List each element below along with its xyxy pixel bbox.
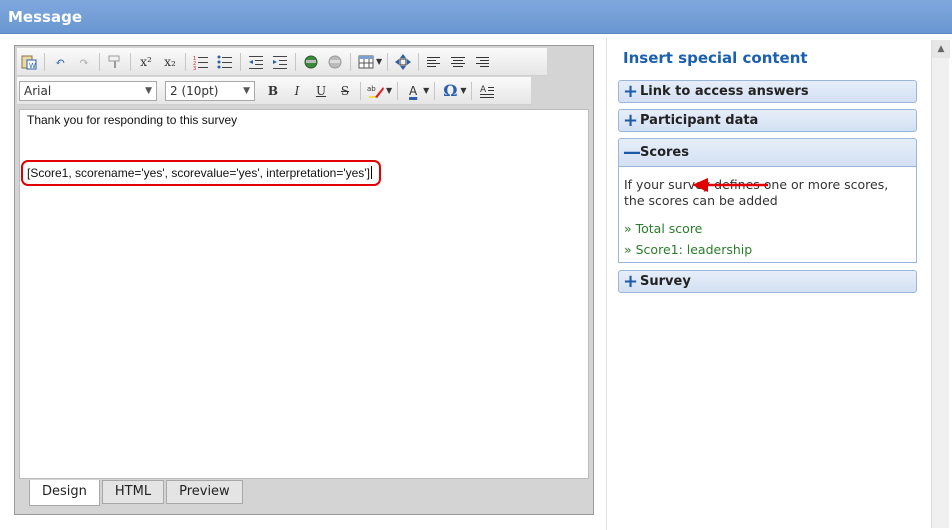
- undo-icon[interactable]: ↶: [49, 52, 71, 72]
- strikethrough-button[interactable]: S: [334, 81, 356, 101]
- section-label: Link to access answers: [640, 84, 809, 99]
- toolbar-separator: [397, 81, 399, 100]
- align-right-icon[interactable]: [471, 52, 493, 72]
- plus-icon: +: [623, 270, 639, 292]
- svg-text:A: A: [480, 85, 487, 95]
- plus-icon: +: [623, 109, 639, 131]
- section-label: Participant data: [640, 113, 759, 128]
- outdent-icon[interactable]: [245, 52, 267, 72]
- scroll-up-icon[interactable]: ▲: [932, 40, 950, 58]
- section-scores[interactable]: — Scores: [618, 138, 917, 167]
- tab-design[interactable]: Design: [29, 480, 100, 506]
- paste-word-icon[interactable]: W: [18, 52, 40, 72]
- toolbar-separator: [471, 81, 473, 100]
- svg-text:ab: ab: [367, 85, 376, 93]
- toolbar-separator: [99, 52, 100, 71]
- score-placeholder-highlight: [Score1, scorename='yes', scorevalue='ye…: [21, 160, 381, 186]
- vertical-scrollbar[interactable]: ▲: [931, 40, 950, 528]
- special-character-button[interactable]: Ω: [439, 81, 461, 101]
- plus-icon: +: [623, 80, 639, 102]
- section-survey[interactable]: + Survey: [618, 270, 917, 293]
- red-arrow-icon: [690, 175, 770, 195]
- highlight-color-icon[interactable]: ab: [365, 81, 387, 101]
- toolbar-separator: [130, 52, 131, 71]
- toolbar-row-1: W ↶ ↷ x² x₂ 123 ▼: [17, 48, 547, 76]
- unlink-icon[interactable]: [324, 52, 346, 72]
- unordered-list-icon[interactable]: [214, 52, 236, 72]
- ordered-list-icon[interactable]: 123: [190, 52, 212, 72]
- toolbar-separator: [44, 52, 45, 71]
- clear-format-icon[interactable]: A: [476, 81, 498, 101]
- bold-button[interactable]: B: [262, 81, 284, 101]
- insert-table-icon[interactable]: [355, 52, 377, 72]
- toolbar-separator: [360, 81, 361, 100]
- svg-text:W: W: [29, 62, 36, 70]
- font-size-value: 2 (10pt): [170, 83, 219, 98]
- toolbar-separator: [185, 52, 186, 71]
- tab-html[interactable]: HTML: [101, 480, 165, 504]
- panel-title: Insert special content: [623, 49, 808, 67]
- font-color-button[interactable]: A: [402, 81, 424, 101]
- font-size-select[interactable]: 2 (10pt) ▼: [165, 80, 255, 101]
- font-family-value: Arial: [24, 83, 52, 98]
- indent-icon[interactable]: [269, 52, 291, 72]
- tab-preview[interactable]: Preview: [166, 480, 243, 504]
- minus-icon: —: [623, 141, 641, 163]
- fullscreen-icon[interactable]: [392, 52, 414, 72]
- score-placeholder-text: [Score1, scorename='yes', scorevalue='ye…: [27, 166, 370, 180]
- rich-text-editor: W ↶ ↷ x² x₂ 123 ▼ Arial ▼ 2 (10pt) ▼ B I…: [14, 45, 594, 515]
- redo-icon[interactable]: ↷: [73, 52, 95, 72]
- editor-mode-tabs: Design HTML Preview: [29, 480, 245, 506]
- editor-text-line: Thank you for responding to this survey: [27, 113, 238, 127]
- toolbar-separator: [295, 52, 296, 71]
- toolbar-row-2: Arial ▼ 2 (10pt) ▼ B I U S ab ▼ A ▼ Ω ▼: [17, 77, 531, 105]
- superscript-icon[interactable]: x²: [135, 52, 157, 72]
- table-dropdown-icon[interactable]: ▼: [376, 57, 382, 66]
- font-family-select[interactable]: Arial ▼: [19, 80, 157, 101]
- underline-button[interactable]: U: [310, 81, 332, 101]
- text-caret: [370, 166, 372, 179]
- toolbar-separator: [240, 52, 241, 71]
- section-label: Survey: [640, 274, 691, 289]
- chevron-down-icon: ▼: [243, 85, 250, 96]
- section-link-to-access-answers[interactable]: + Link to access answers: [618, 80, 917, 103]
- highlight-dropdown-icon[interactable]: ▼: [386, 86, 392, 95]
- italic-button[interactable]: I: [286, 81, 308, 101]
- link-total-score[interactable]: » Total score: [624, 221, 702, 236]
- editor-content-area[interactable]: Thank you for responding to this survey …: [19, 109, 589, 479]
- insert-special-content-panel: Insert special content + Link to access …: [606, 38, 931, 530]
- special-character-dropdown-icon[interactable]: ▼: [460, 86, 466, 95]
- svg-text:3: 3: [193, 66, 196, 70]
- align-left-icon[interactable]: [423, 52, 445, 72]
- toolbar-separator: [387, 52, 389, 71]
- section-participant-data[interactable]: + Participant data: [618, 109, 917, 132]
- toolbar-separator: [418, 52, 420, 71]
- toolbar-separator: [350, 52, 351, 71]
- toolbar-separator: [434, 81, 436, 100]
- window-title: Message: [0, 0, 952, 34]
- subscript-icon[interactable]: x₂: [159, 52, 181, 72]
- format-painter-icon[interactable]: [104, 52, 126, 72]
- section-label: Scores: [640, 145, 689, 160]
- content-area: W ↶ ↷ x² x₂ 123 ▼ Arial ▼ 2 (10pt) ▼ B I…: [0, 34, 952, 530]
- font-color-dropdown-icon[interactable]: ▼: [423, 86, 429, 95]
- link-score1-leadership[interactable]: » Score1: leadership: [624, 242, 752, 257]
- align-center-icon[interactable]: [447, 52, 469, 72]
- insert-link-icon[interactable]: [300, 52, 322, 72]
- chevron-down-icon: ▼: [145, 85, 152, 96]
